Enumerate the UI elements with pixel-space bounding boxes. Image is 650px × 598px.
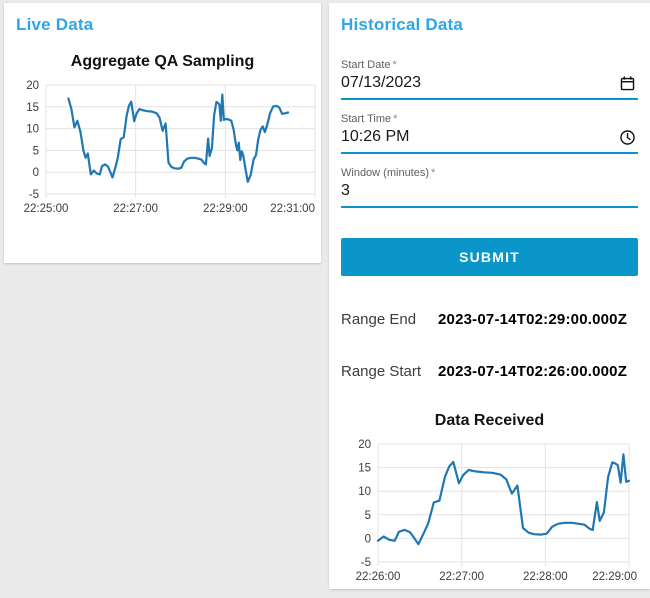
window-minutes-input-row: [341, 182, 638, 208]
start-time-input[interactable]: [341, 128, 614, 146]
svg-text:5: 5: [33, 145, 39, 157]
svg-text:5: 5: [365, 510, 371, 522]
start-date-input-row: [341, 74, 638, 100]
received-chart-plot: -5 0 5 10 15 20 22:26:00 22:27:00 22:28:00 22:29:…: [356, 439, 637, 583]
clock-icon[interactable]: [619, 129, 636, 146]
svg-text:22:28:00: 22:28:00: [523, 571, 568, 583]
svg-text:20: 20: [358, 439, 371, 451]
svg-text:20: 20: [26, 80, 39, 92]
svg-text:0: 0: [33, 167, 39, 179]
svg-text:10: 10: [26, 124, 39, 136]
range-end-label: Range End: [341, 311, 417, 328]
svg-text:22:26:00: 22:26:00: [356, 571, 401, 583]
start-date-label: Start Date *: [341, 59, 638, 71]
start-time-input-row: [341, 128, 638, 154]
live-chart-title: Aggregate QA Sampling: [70, 53, 255, 70]
start-time-label-text: Start Time: [341, 113, 392, 125]
live-data-panel: Live Data Aggregate QA Sampling -5 0 5 10 15…: [4, 3, 321, 263]
required-marker: *: [392, 59, 397, 71]
svg-text:-5: -5: [29, 189, 39, 201]
dashboard: { "colors": { "heading_blue": "#2fa6e8",…: [0, 0, 650, 598]
start-time-field: Start Time *: [341, 113, 638, 154]
start-time-label: Start Time *: [341, 113, 638, 125]
svg-text:15: 15: [358, 463, 371, 475]
svg-text:22:29:00: 22:29:00: [203, 203, 248, 215]
live-chart-plot: -5 0 5 10 15 20 22:25:00 22:27:00 22:29:00 22:31:…: [24, 80, 316, 215]
range-end-value: 2023-07-14T02:29:00.000Z: [438, 311, 628, 328]
svg-text:22:31:00: 22:31:00: [270, 203, 315, 215]
range-start-label: Range Start: [341, 363, 422, 380]
calendar-icon[interactable]: [619, 75, 636, 92]
window-minutes-label: Window (minutes) *: [341, 167, 638, 179]
window-minutes-field: Window (minutes) *: [341, 167, 638, 208]
range-start-row: Range Start 2023-07-14T02:26:00.000Z: [329, 363, 650, 380]
svg-text:-5: -5: [361, 557, 371, 569]
range-start-value: 2023-07-14T02:26:00.000Z: [438, 363, 628, 380]
svg-text:22:27:00: 22:27:00: [439, 571, 484, 583]
historical-data-heading: Historical Data: [341, 15, 464, 34]
historical-data-panel: Historical Data Start Date* Start Time*: [329, 3, 650, 589]
start-date-label-text: Start Date: [341, 59, 391, 71]
svg-text:22:25:00: 22:25:00: [24, 203, 69, 215]
range-end-row: Range End 2023-07-14T02:29:00.000Z: [329, 311, 650, 328]
svg-text:0: 0: [365, 533, 371, 545]
start-date-field: Start Date *: [341, 59, 638, 100]
required-marker: *: [393, 113, 398, 125]
svg-text:15: 15: [26, 102, 39, 114]
live-data-heading: Live Data: [16, 15, 94, 34]
svg-text:10: 10: [358, 486, 371, 498]
start-date-input[interactable]: [341, 74, 614, 92]
required-marker: *: [431, 167, 436, 179]
received-chart-title: Data Received: [434, 412, 545, 429]
window-minutes-input[interactable]: [341, 182, 638, 200]
submit-button[interactable]: SUBMIT: [341, 238, 638, 276]
live-chart: Aggregate QA Sampling -5 0 5 10 15 20 22:25:00…: [4, 53, 321, 222]
historical-form: Start Date* Start Time*: [329, 59, 650, 208]
svg-text:22:27:00: 22:27:00: [113, 203, 158, 215]
window-minutes-label-text: Window (minutes): [341, 167, 430, 179]
received-chart: Data Received -5 0 5 10 15 20 22:26:00 22:27:00…: [329, 412, 650, 590]
svg-text:22:29:00: 22:29:00: [592, 571, 637, 583]
